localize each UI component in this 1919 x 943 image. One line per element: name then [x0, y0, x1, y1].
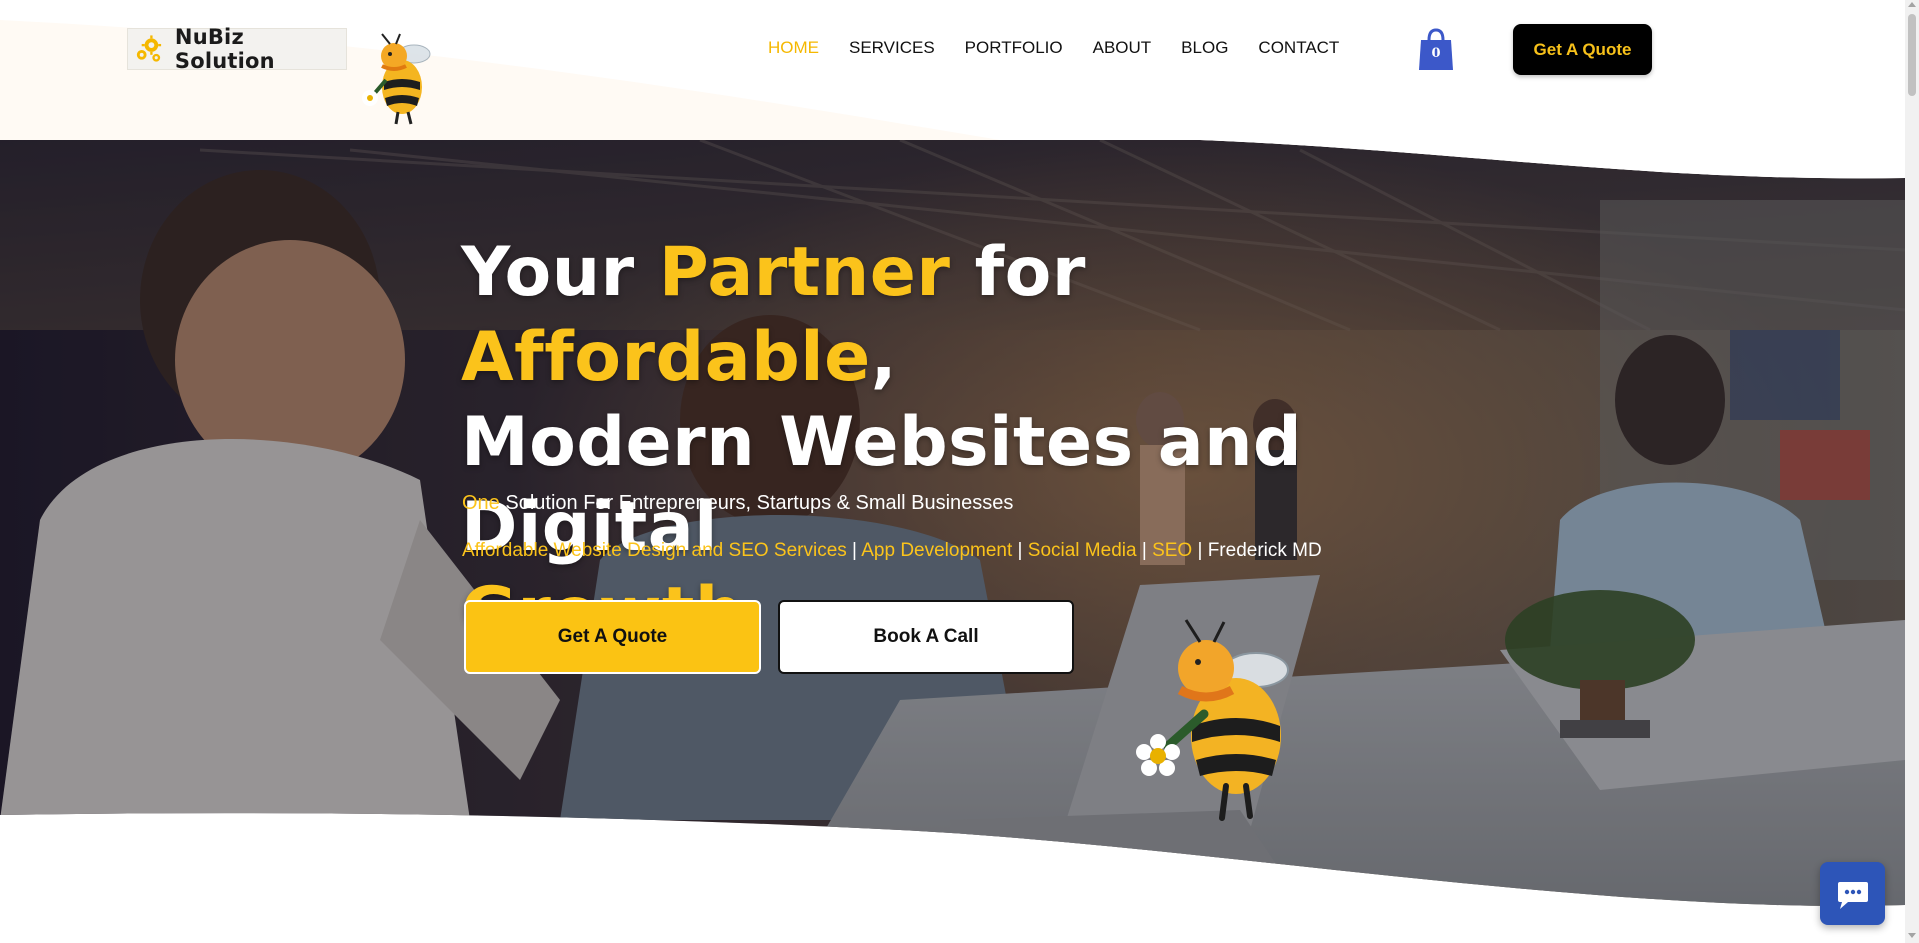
- subline-highlight: One: [462, 492, 500, 514]
- subline-text: Solution For Entrepreneurs, Startups & S…: [499, 492, 1014, 514]
- book-a-call-button[interactable]: Book A Call: [778, 600, 1074, 674]
- brand-name: NuBiz Solution: [174, 25, 275, 73]
- service-social-media: Social Media: [1027, 540, 1137, 561]
- cart-button[interactable]: 0: [1418, 28, 1454, 72]
- nav-blog[interactable]: BLOG: [1166, 38, 1243, 58]
- bee-mascot-icon: [362, 33, 431, 125]
- separator: |: [1136, 540, 1153, 561]
- header-get-quote-button[interactable]: Get A Quote: [1513, 24, 1652, 75]
- nav-home[interactable]: HOME: [753, 38, 834, 58]
- service-web-design: Affordable Website Design and SEO Servic…: [462, 540, 847, 561]
- cart-count: 0: [1431, 46, 1441, 61]
- separator: |: [846, 540, 862, 561]
- logo[interactable]: NuBiz Solution: [127, 25, 347, 73]
- hero-subline: One Solution For Entrepreneurs, Startups…: [462, 492, 1013, 515]
- hero-get-quote-button[interactable]: Get A Quote: [464, 600, 761, 674]
- bee-mascot-icon: [1136, 619, 1289, 821]
- headline-word: for: [974, 233, 1086, 312]
- headline-comma: ,: [870, 318, 898, 397]
- gears-icon: [136, 35, 162, 62]
- chat-bubble-icon: [1837, 881, 1868, 909]
- headline-word: Your: [461, 233, 635, 312]
- nav-contact[interactable]: CONTACT: [1243, 38, 1354, 58]
- hero-services-line: Affordable Website Design and SEO Servic…: [462, 540, 1322, 562]
- scroll-down-arrow[interactable]: [1908, 933, 1916, 938]
- service-app-dev: App Development: [861, 540, 1013, 561]
- nav-portfolio[interactable]: PORTFOLIO: [950, 38, 1078, 58]
- separator: |: [1192, 540, 1208, 561]
- nav-about[interactable]: ABOUT: [1078, 38, 1167, 58]
- location: Frederick MD: [1207, 540, 1322, 561]
- headline-highlight: Partner: [658, 233, 951, 312]
- separator: |: [1012, 540, 1028, 561]
- headline-highlight: Affordable: [461, 318, 871, 397]
- scroll-up-arrow[interactable]: [1908, 2, 1916, 7]
- service-seo: SEO: [1152, 540, 1193, 561]
- nav-services[interactable]: SERVICES: [834, 38, 950, 58]
- scroll-thumb[interactable]: [1908, 14, 1916, 96]
- page-scrollbar[interactable]: [1905, 0, 1919, 943]
- chat-button[interactable]: [1820, 862, 1885, 925]
- hero-headline: Your Partner for Affordable, Modern Webs…: [461, 230, 1461, 655]
- main-nav: HOME SERVICES PORTFOLIO ABOUT BLOG CONTA…: [753, 38, 1354, 58]
